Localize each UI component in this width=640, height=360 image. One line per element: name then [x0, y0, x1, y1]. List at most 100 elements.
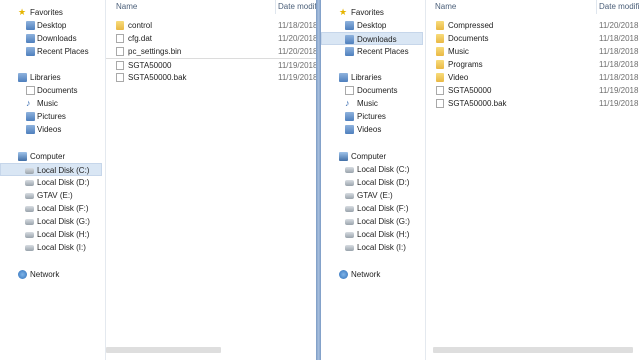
nav-music[interactable]: ♪ Music [321, 97, 423, 110]
folder-icon [436, 73, 444, 82]
drive-icon [25, 180, 34, 186]
nav-documents[interactable]: Documents [0, 84, 102, 97]
file-row[interactable]: cfg.dat 11/20/2018 [106, 32, 316, 45]
file-row[interactable]: Documents 11/18/2018 [426, 32, 640, 45]
nav-videos[interactable]: Videos [321, 123, 423, 136]
nav-favorites[interactable]: ★ Favorites [0, 6, 102, 19]
file-icon [436, 86, 444, 95]
file-icon [116, 61, 124, 70]
folder-icon [436, 34, 444, 43]
nav-recent-places[interactable]: Recent Places [0, 45, 102, 58]
file-row[interactable]: pc_settings.bin 11/20/2018 [106, 45, 316, 58]
drive-icon [345, 180, 354, 186]
drive-icon [345, 193, 354, 199]
nav-drive-d[interactable]: Local Disk (D:) [321, 176, 423, 189]
nav-drive-e[interactable]: GTAV (E:) [321, 189, 423, 202]
column-header-date[interactable]: Date modifi [599, 0, 639, 14]
drive-icon [345, 232, 354, 238]
nav-downloads[interactable]: Downloads [321, 32, 423, 45]
videos-icon [345, 125, 354, 134]
file-row[interactable]: Video 11/18/2018 [426, 71, 640, 84]
file-icon [436, 99, 444, 108]
nav-music[interactable]: ♪ Music [0, 97, 102, 110]
file-row[interactable]: Compressed 11/20/2018 [426, 19, 640, 32]
nav-libraries[interactable]: Libraries [0, 71, 102, 84]
nav-drive-i[interactable]: Local Disk (I:) [321, 241, 423, 254]
drive-icon [345, 245, 354, 251]
nav-drive-h[interactable]: Local Disk (H:) [321, 228, 423, 241]
nav-network[interactable]: Network [0, 268, 102, 281]
nav-videos[interactable]: Videos [0, 123, 102, 136]
desktop-icon [345, 21, 354, 30]
file-row[interactable]: SGTA50000.bak 11/19/2018 [426, 97, 640, 110]
right-file-list: Name Date modifi Compressed 11/20/2018 D… [426, 0, 640, 360]
nav-desktop[interactable]: Desktop [321, 19, 423, 32]
nav-downloads[interactable]: Downloads [0, 32, 102, 45]
nav-favorites[interactable]: ★ Favorites [321, 6, 423, 19]
recent-places-icon [345, 47, 354, 56]
nav-libraries[interactable]: Libraries [321, 71, 423, 84]
right-horizontal-scrollbar[interactable] [433, 347, 633, 353]
nav-drive-i[interactable]: Local Disk (I:) [0, 241, 102, 254]
nav-drive-f[interactable]: Local Disk (F:) [0, 202, 102, 215]
star-icon: ★ [18, 7, 27, 17]
left-horizontal-scrollbar[interactable] [106, 347, 221, 353]
libraries-icon [18, 73, 27, 82]
drive-icon [25, 206, 34, 212]
documents-icon [345, 86, 354, 95]
folder-icon [436, 60, 444, 69]
music-icon: ♪ [345, 98, 350, 108]
downloads-icon [345, 35, 354, 44]
nav-pictures[interactable]: Pictures [321, 110, 423, 123]
recent-places-icon [26, 47, 35, 56]
drive-icon [25, 193, 34, 199]
folder-icon [116, 21, 124, 30]
right-explorer-window: ★ Favorites Desktop Downloads Recent Pla… [321, 0, 640, 360]
column-header-date[interactable]: Date modifi [278, 0, 316, 14]
computer-icon [339, 152, 348, 161]
nav-pictures[interactable]: Pictures [0, 110, 102, 123]
nav-drive-g[interactable]: Local Disk (G:) [0, 215, 102, 228]
nav-drive-c[interactable]: Local Disk (C:) [321, 163, 423, 176]
network-icon [339, 270, 348, 279]
documents-icon [26, 86, 35, 95]
file-row[interactable]: control 11/18/2018 [106, 19, 316, 32]
nav-drive-d[interactable]: Local Disk (D:) [0, 176, 102, 189]
file-row[interactable]: Music 11/18/2018 [426, 45, 640, 58]
nav-drive-e[interactable]: GTAV (E:) [0, 189, 102, 202]
network-icon [18, 270, 27, 279]
column-separator[interactable] [596, 0, 597, 14]
videos-icon [26, 125, 35, 134]
drive-icon [345, 206, 354, 212]
file-icon [116, 73, 124, 82]
file-row[interactable]: Programs 11/18/2018 [426, 58, 640, 71]
nav-network[interactable]: Network [321, 268, 423, 281]
left-navigation-pane: ★ Favorites Desktop Downloads Recent Pla… [0, 0, 104, 360]
left-file-list: Name Date modifi control 11/18/2018 cfg.… [106, 0, 316, 360]
column-header-name[interactable]: Name [435, 0, 456, 14]
drive-icon [25, 168, 34, 174]
file-row[interactable]: SGTA50000 11/19/2018 [106, 58, 316, 72]
folder-icon [436, 21, 444, 30]
file-row[interactable]: SGTA50000.bak 11/19/2018 [106, 71, 316, 84]
drive-icon [25, 245, 34, 251]
nav-documents[interactable]: Documents [321, 84, 423, 97]
nav-drive-f[interactable]: Local Disk (F:) [321, 202, 423, 215]
nav-recent-places[interactable]: Recent Places [321, 45, 423, 58]
file-row[interactable]: SGTA50000 11/19/2018 [426, 84, 640, 97]
nav-drive-c[interactable]: Local Disk (C:) [0, 163, 102, 176]
pictures-icon [345, 112, 354, 121]
computer-icon [18, 152, 27, 161]
music-icon: ♪ [26, 98, 31, 108]
star-icon: ★ [339, 7, 348, 17]
nav-computer[interactable]: Computer [321, 150, 423, 163]
file-icon [116, 34, 124, 43]
nav-desktop[interactable]: Desktop [0, 19, 102, 32]
column-header-name[interactable]: Name [116, 0, 137, 14]
file-icon [116, 47, 124, 56]
nav-drive-h[interactable]: Local Disk (H:) [0, 228, 102, 241]
column-separator[interactable] [275, 0, 276, 14]
left-explorer-window: ★ Favorites Desktop Downloads Recent Pla… [0, 0, 316, 360]
nav-computer[interactable]: Computer [0, 150, 102, 163]
nav-drive-g[interactable]: Local Disk (G:) [321, 215, 423, 228]
